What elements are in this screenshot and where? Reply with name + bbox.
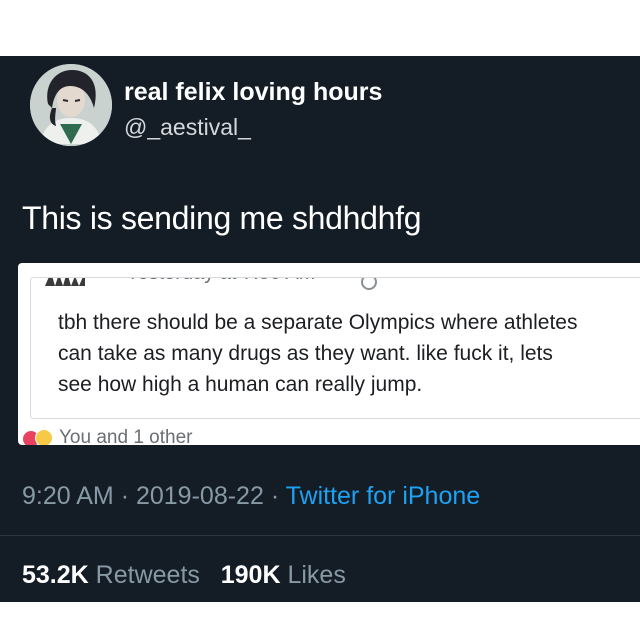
retweets-label: Retweets (95, 561, 200, 589)
author-display-name[interactable]: real felix loving hours (124, 78, 382, 107)
tweet-date[interactable]: 2019-08-22 (136, 482, 264, 510)
retweets-stat[interactable]: 53.2K Retweets (22, 561, 200, 589)
divider (0, 535, 640, 536)
separator-dot: · (120, 482, 130, 510)
embedded-post-line: see how high a human can really jump. (58, 373, 423, 396)
reactions-row: You and 1 other (23, 423, 323, 445)
reactions-text: You and 1 other (59, 427, 193, 445)
likes-stat[interactable]: 190K Likes (221, 561, 346, 589)
embedded-post-timestamp: Yesterday at 7:50 AM (126, 278, 315, 285)
tweet-time[interactable]: 9:20 AM (22, 482, 114, 510)
separator-dot: · (270, 482, 280, 510)
embedded-post-line: tbh there should be a separate Olympics … (58, 311, 578, 334)
tweet-source-link[interactable]: Twitter for iPhone (286, 482, 481, 510)
tweet-timestamp: 9:20 AM · 2019-08-22 · Twitter for iPhon… (22, 482, 480, 511)
embedded-avatar-fragment (45, 278, 85, 286)
haha-icon (35, 429, 53, 445)
embedded-screenshot: Yesterday at 7:50 AM tbh there should be… (18, 263, 640, 445)
likes-label: Likes (287, 561, 346, 589)
tweet-stats: 53.2K Retweets 190K Likes (22, 561, 346, 590)
tweet-card: real felix loving hours @_aestival_ This… (0, 56, 640, 602)
tweet-text: This is sending me shdhdhfg (22, 200, 422, 236)
likes-count: 190K (220, 561, 281, 589)
globe-icon (361, 278, 377, 290)
screenshot-canvas: real felix loving hours @_aestival_ This… (0, 0, 640, 640)
embedded-post-line: can take as many drugs as they want. lik… (58, 342, 553, 365)
avatar-illustration (30, 64, 112, 146)
retweets-count: 53.2K (22, 561, 89, 589)
author-handle[interactable]: @_aestival_ (124, 114, 251, 141)
embedded-post-text: tbh there should be a separate Olympics … (58, 307, 640, 400)
avatar[interactable] (30, 64, 112, 146)
embedded-post-card: Yesterday at 7:50 AM tbh there should be… (30, 277, 640, 419)
